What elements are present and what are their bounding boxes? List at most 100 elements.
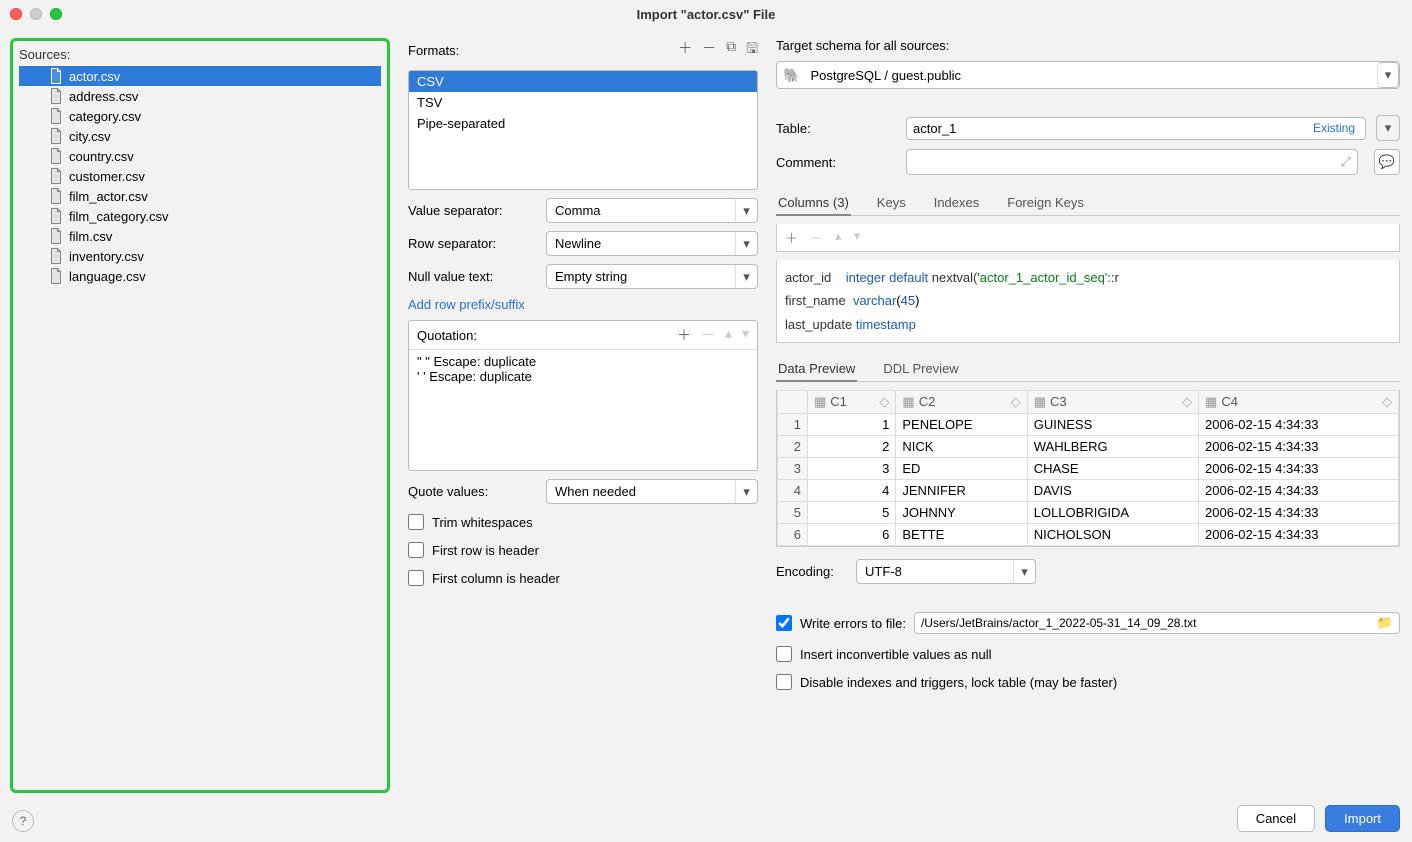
source-item[interactable]: country.csv: [19, 146, 381, 166]
tab-data-preview[interactable]: Data Preview: [776, 357, 857, 382]
import-button[interactable]: Import: [1325, 805, 1400, 832]
up-quotation-icon[interactable]: ▴: [725, 325, 732, 345]
add-prefix-suffix-link[interactable]: Add row prefix/suffix: [408, 297, 758, 312]
write-errors-checkbox[interactable]: [776, 615, 792, 631]
source-item[interactable]: actor.csv: [19, 66, 381, 86]
source-item[interactable]: film_category.csv: [19, 206, 381, 226]
source-item[interactable]: address.csv: [19, 86, 381, 106]
table-row[interactable]: 44JENNIFERDAVIS2006-02-15 4:34:33: [778, 480, 1399, 502]
target-schema-label: Target schema for all sources:: [776, 38, 1400, 53]
cancel-button[interactable]: Cancel: [1237, 805, 1315, 832]
preview-header[interactable]: ▦C2◇: [896, 391, 1027, 414]
tab-foreign-keys[interactable]: Foreign Keys: [1005, 191, 1086, 215]
chevron-down-icon[interactable]: ▾: [735, 232, 757, 255]
table-row[interactable]: 33EDCHASE2006-02-15 4:34:33: [778, 458, 1399, 480]
format-item[interactable]: Pipe-separated: [409, 113, 757, 134]
format-item[interactable]: CSV: [409, 71, 757, 92]
chevron-down-icon[interactable]: ▾: [735, 480, 757, 503]
insert-null-checkbox[interactable]: [776, 646, 792, 662]
save-format-icon[interactable]: 🖫: [746, 38, 758, 62]
source-item[interactable]: customer.csv: [19, 166, 381, 186]
comment-speech-button[interactable]: 💬: [1374, 149, 1400, 175]
table-row[interactable]: 66BETTENICHOLSON2006-02-15 4:34:33: [778, 524, 1399, 546]
preview-header[interactable]: ▦C4◇: [1199, 391, 1399, 414]
file-icon: [49, 228, 63, 244]
formats-list[interactable]: CSVTSVPipe-separated: [408, 70, 758, 190]
sources-label: Sources:: [19, 47, 381, 62]
comment-label: Comment:: [776, 155, 896, 170]
format-item[interactable]: TSV: [409, 92, 757, 113]
columns-toolbar: ＋ － ▴ ▾: [776, 224, 1400, 252]
tab-columns[interactable]: Columns (3): [776, 191, 851, 216]
quotation-list[interactable]: " " Escape: duplicate' ' Escape: duplica…: [409, 350, 757, 470]
file-icon: [49, 128, 63, 144]
tab-indexes[interactable]: Indexes: [932, 191, 982, 215]
table-row[interactable]: 11PENELOPEGUINESS2006-02-15 4:34:33: [778, 414, 1399, 436]
window-title: Import "actor.csv" File: [0, 7, 1412, 22]
first-col-header-checkbox[interactable]: [408, 570, 424, 586]
add-column-icon[interactable]: ＋: [785, 228, 798, 247]
column-def-row[interactable]: actor_id integer default nextval('actor_…: [785, 266, 1391, 289]
quote-values-label: Quote values:: [408, 484, 538, 499]
source-item[interactable]: film.csv: [19, 226, 381, 246]
table-dropdown-button[interactable]: ▾: [1376, 115, 1400, 141]
add-format-icon[interactable]: ＋: [678, 38, 692, 62]
quotation-item[interactable]: ' ' Escape: duplicate: [417, 369, 749, 384]
quotation-label: Quotation:: [417, 328, 477, 343]
tab-keys[interactable]: Keys: [875, 191, 908, 215]
source-item[interactable]: language.csv: [19, 266, 381, 286]
tab-ddl-preview[interactable]: DDL Preview: [881, 357, 960, 381]
column-def-row[interactable]: last_update timestamp: [785, 313, 1391, 336]
formats-label: Formats:: [408, 43, 459, 58]
preview-header[interactable]: ▦C1◇: [808, 391, 896, 414]
comment-input[interactable]: ⤢: [906, 149, 1358, 175]
folder-icon[interactable]: 📁: [1377, 615, 1393, 631]
chevron-down-icon[interactable]: ▾: [1013, 560, 1035, 583]
file-icon: [49, 208, 63, 224]
source-item[interactable]: city.csv: [19, 126, 381, 146]
remove-column-icon[interactable]: －: [810, 228, 823, 247]
remove-format-icon[interactable]: －: [702, 38, 716, 62]
file-icon: [49, 248, 63, 264]
up-column-icon[interactable]: ▴: [835, 228, 842, 247]
value-separator-combo[interactable]: Comma ▾: [546, 198, 758, 223]
down-column-icon[interactable]: ▾: [854, 228, 861, 247]
file-icon: [49, 68, 63, 84]
preview-header[interactable]: ▦C3◇: [1027, 391, 1198, 414]
row-separator-combo[interactable]: Newline ▾: [546, 231, 758, 256]
postgresql-icon: 🐘: [783, 67, 800, 84]
encoding-combo[interactable]: UTF-8 ▾: [856, 559, 1036, 584]
existing-badge: Existing: [1313, 121, 1355, 135]
source-item[interactable]: inventory.csv: [19, 246, 381, 266]
chevron-down-icon[interactable]: ▾: [1377, 62, 1399, 88]
trim-whitespace-checkbox[interactable]: [408, 514, 424, 530]
chevron-down-icon[interactable]: ▾: [735, 265, 757, 288]
disable-indexes-checkbox[interactable]: [776, 674, 792, 690]
formats-panel: Formats: ＋ － ⧉ 🖫 CSVTSVPipe-separated Va…: [408, 38, 758, 793]
down-quotation-icon[interactable]: ▾: [742, 325, 749, 345]
quote-values-combo[interactable]: When needed ▾: [546, 479, 758, 504]
source-item[interactable]: category.csv: [19, 106, 381, 126]
table-name-input[interactable]: Existing: [906, 117, 1366, 140]
column-def-row[interactable]: first_name varchar(45): [785, 289, 1391, 312]
target-panel: Target schema for all sources: 🐘 Postgre…: [776, 38, 1400, 793]
expand-icon[interactable]: ⤢: [1341, 154, 1351, 170]
help-button[interactable]: ?: [12, 810, 34, 832]
copy-format-icon[interactable]: ⧉: [726, 38, 736, 62]
table-row[interactable]: 22NICKWAHLBERG2006-02-15 4:34:33: [778, 436, 1399, 458]
sources-list[interactable]: actor.csvaddress.csvcategory.csvcity.csv…: [19, 66, 381, 784]
null-text-combo[interactable]: Empty string ▾: [546, 264, 758, 289]
write-errors-path-input[interactable]: 📁: [914, 612, 1400, 634]
first-row-header-checkbox[interactable]: [408, 542, 424, 558]
chevron-down-icon[interactable]: ▾: [735, 199, 757, 222]
target-schema-combo[interactable]: 🐘 PostgreSQL / guest.public ▾: [776, 61, 1400, 89]
table-label: Table:: [776, 121, 896, 136]
columns-definition[interactable]: actor_id integer default nextval('actor_…: [776, 260, 1400, 343]
data-preview-table: ▦C1◇▦C2◇▦C3◇▦C4◇11PENELOPEGUINESS2006-02…: [776, 390, 1400, 547]
source-item[interactable]: film_actor.csv: [19, 186, 381, 206]
value-separator-label: Value separator:: [408, 203, 538, 218]
quotation-item[interactable]: " " Escape: duplicate: [417, 354, 749, 369]
table-row[interactable]: 55JOHNNYLOLLOBRIGIDA2006-02-15 4:34:33: [778, 502, 1399, 524]
add-quotation-icon[interactable]: ＋: [677, 325, 691, 345]
remove-quotation-icon[interactable]: －: [701, 325, 715, 345]
